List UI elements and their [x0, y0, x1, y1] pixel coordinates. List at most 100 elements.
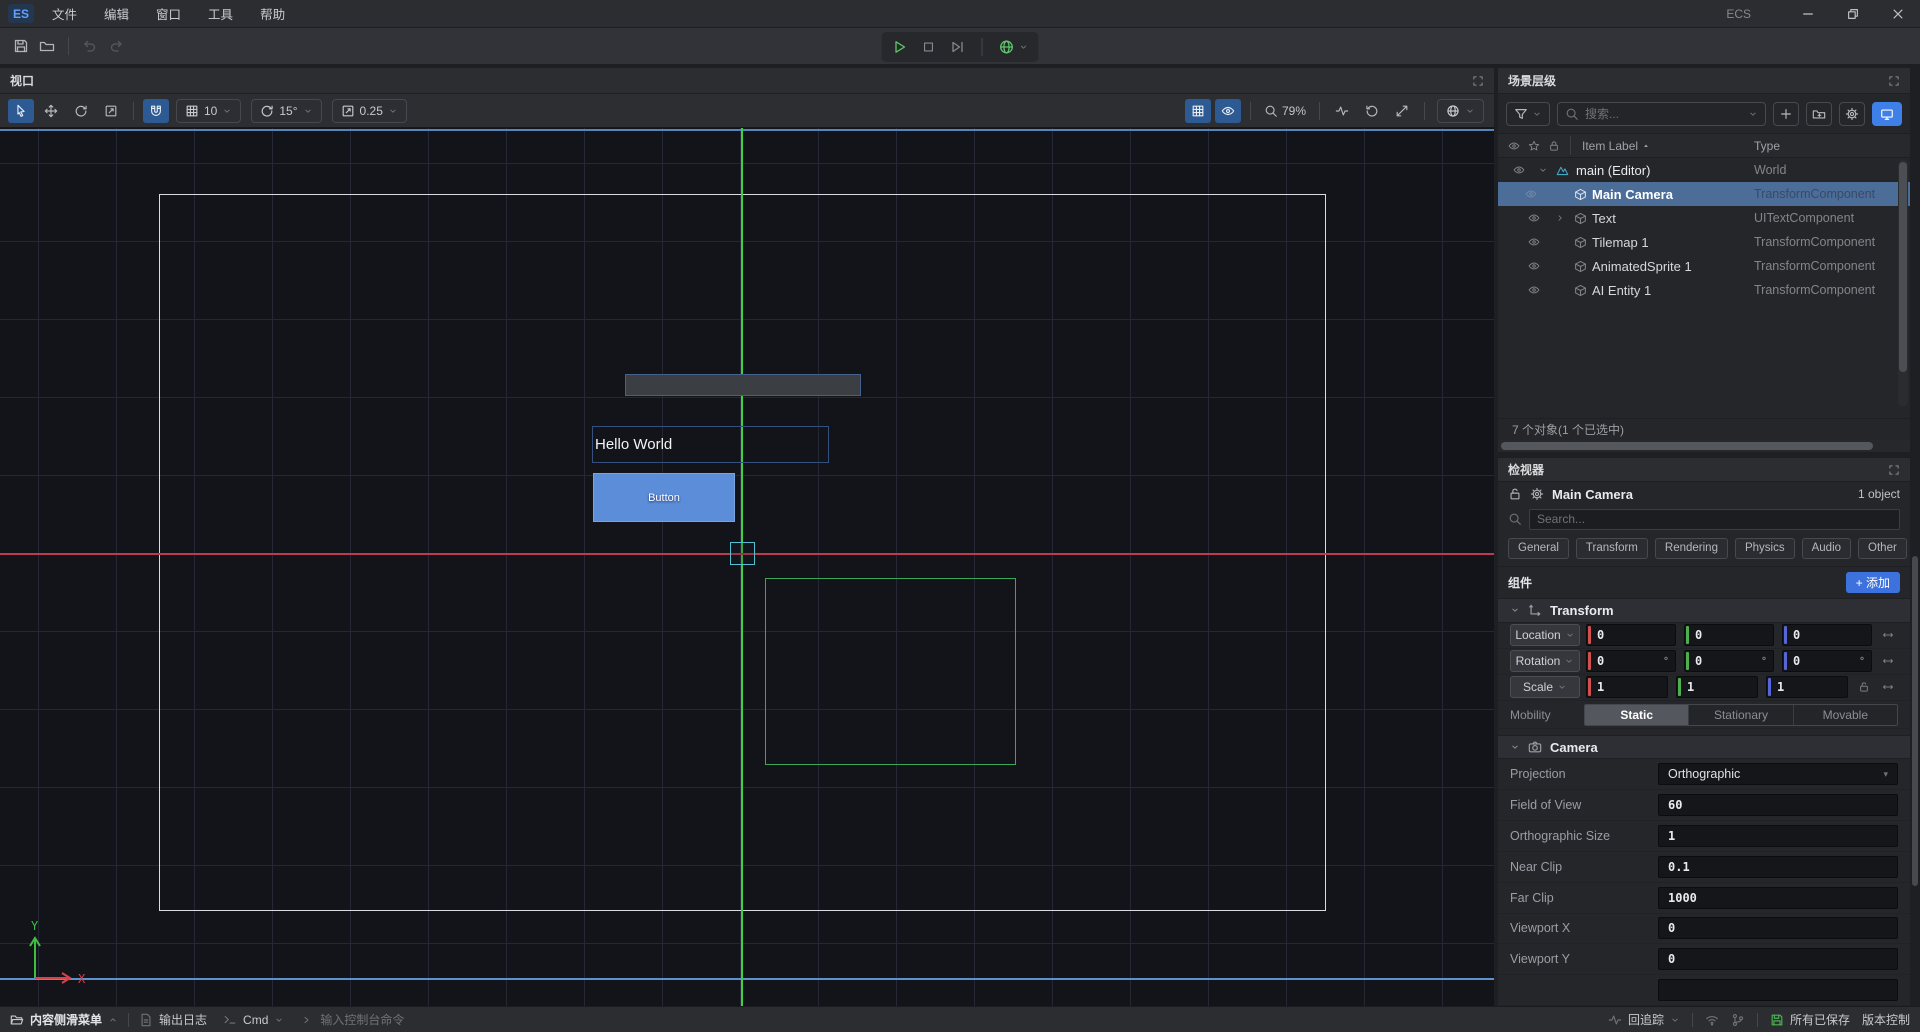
console-command-input[interactable]: 输入控制台命令	[302, 1011, 404, 1028]
show-grid-button[interactable]	[1185, 99, 1211, 123]
eye-icon[interactable]	[1528, 212, 1540, 224]
minimize-button[interactable]	[1785, 0, 1830, 28]
save-button[interactable]	[8, 33, 34, 59]
viewport-canvas[interactable]: Hello World Button Y X	[0, 128, 1494, 1006]
cmd-dropdown[interactable]: Cmd	[223, 1013, 284, 1027]
save-status[interactable]: 所有已保存	[1770, 1011, 1850, 1028]
scale-lock-toggle[interactable]	[1854, 681, 1874, 693]
menu-edit[interactable]: 编辑	[104, 4, 129, 23]
hierarchy-hscrollbar[interactable]	[1498, 440, 1910, 452]
fov-input[interactable]: 60	[1658, 794, 1898, 816]
scale-y-input[interactable]: 1	[1676, 676, 1758, 698]
chevron-down-icon[interactable]	[1538, 165, 1548, 175]
scale-snap-dropdown[interactable]: 0.25	[332, 99, 407, 123]
rotate-tool-button[interactable]	[68, 99, 94, 123]
rotation-x-input[interactable]: 0°	[1586, 650, 1676, 672]
gear-icon[interactable]	[1530, 487, 1544, 501]
menu-file[interactable]: 文件	[52, 4, 77, 23]
chevron-right-icon[interactable]	[1555, 213, 1565, 223]
eye-icon[interactable]	[1525, 188, 1537, 200]
location-dropdown[interactable]: Location	[1510, 624, 1580, 646]
tab-physics[interactable]: Physics	[1735, 538, 1795, 559]
far-clip-input[interactable]: 1000	[1658, 887, 1898, 909]
mobility-movable[interactable]: Movable	[1793, 705, 1897, 725]
snap-toggle-button[interactable]	[143, 99, 169, 123]
output-log-button[interactable]: 输出日志	[139, 1011, 207, 1028]
rotation-y-input[interactable]: 0°	[1684, 650, 1774, 672]
viewport-expand-button[interactable]	[1472, 75, 1484, 87]
eye-icon[interactable]	[1513, 164, 1525, 176]
fit-view-button[interactable]	[1389, 99, 1415, 123]
stats-button[interactable]	[1329, 99, 1355, 123]
open-project-button[interactable]	[34, 33, 60, 59]
inspector-vscrollbar[interactable]	[1910, 68, 1920, 1006]
zoom-indicator[interactable]: 79%	[1260, 99, 1310, 123]
hierarchy-search-input[interactable]	[1585, 107, 1742, 121]
tab-other[interactable]: Other	[1858, 538, 1907, 559]
grid-snap-dropdown[interactable]: 10	[176, 99, 241, 123]
tab-general[interactable]: General	[1508, 538, 1569, 559]
ortho-size-input[interactable]: 1	[1658, 825, 1898, 847]
scale-link-toggle[interactable]	[1878, 681, 1898, 693]
version-control-button[interactable]: 版本控制	[1862, 1011, 1910, 1028]
menu-tools[interactable]: 工具	[208, 4, 233, 23]
rotation-link-toggle[interactable]	[1878, 655, 1898, 667]
projection-select[interactable]: Orthographic ▾	[1658, 763, 1898, 785]
viewport-x-input[interactable]: 0	[1658, 917, 1898, 939]
rotation-snap-dropdown[interactable]: 15°	[251, 99, 321, 123]
scale-z-input[interactable]: 1	[1766, 676, 1848, 698]
selected-camera-origin[interactable]	[730, 542, 755, 565]
stop-button[interactable]	[922, 40, 936, 54]
add-component-button[interactable]: + 添加	[1846, 572, 1900, 593]
scene-entity-rect[interactable]	[765, 578, 1016, 765]
hierarchy-expand-button[interactable]	[1888, 75, 1900, 87]
mobility-stationary[interactable]: Stationary	[1688, 705, 1792, 725]
new-folder-button[interactable]	[1806, 102, 1832, 126]
transform-section-header[interactable]: Transform	[1498, 598, 1910, 622]
menu-window[interactable]: 窗口	[156, 4, 181, 23]
eye-column-icon[interactable]	[1508, 140, 1520, 152]
scale-dropdown[interactable]: Scale	[1510, 676, 1580, 698]
viewport-y-input[interactable]: 0	[1658, 948, 1898, 970]
viewport-sync-button[interactable]	[1872, 102, 1902, 126]
app-logo[interactable]: ES	[8, 4, 34, 23]
menu-help[interactable]: 帮助	[260, 4, 285, 23]
near-clip-input[interactable]: 0.1	[1658, 856, 1898, 878]
lock-column-icon[interactable]	[1548, 140, 1560, 152]
scale-tool-button[interactable]	[98, 99, 124, 123]
eye-icon[interactable]	[1528, 236, 1540, 248]
tab-transform[interactable]: Transform	[1576, 538, 1648, 559]
location-z-input[interactable]: 0	[1782, 624, 1872, 646]
vscrollbar-thumb[interactable]	[1899, 162, 1907, 372]
star-column-icon[interactable]	[1528, 140, 1540, 152]
step-button[interactable]	[950, 39, 966, 55]
inspector-search-input[interactable]	[1529, 509, 1900, 530]
hierarchy-row-animatedsprite[interactable]: AnimatedSprite 1 TransformComponent	[1498, 254, 1910, 278]
location-link-toggle[interactable]	[1878, 629, 1898, 641]
undo-button[interactable]	[77, 33, 103, 59]
inspector-expand-button[interactable]	[1888, 464, 1900, 476]
trace-dropdown[interactable]: 回追踪	[1608, 1011, 1680, 1028]
filter-dropdown[interactable]	[1506, 102, 1550, 126]
location-y-input[interactable]: 0	[1684, 624, 1774, 646]
tab-rendering[interactable]: Rendering	[1655, 538, 1728, 559]
inspector-scroll-thumb[interactable]	[1912, 556, 1918, 886]
close-button[interactable]	[1875, 0, 1920, 28]
eye-icon[interactable]	[1528, 284, 1540, 296]
visibility-button[interactable]	[1215, 99, 1241, 123]
rotation-dropdown[interactable]: Rotation	[1510, 650, 1580, 672]
hierarchy-search-box[interactable]	[1557, 102, 1766, 126]
hierarchy-row-main-camera[interactable]: Main Camera TransformComponent	[1498, 182, 1910, 206]
source-control-branch-button[interactable]	[1731, 1013, 1745, 1027]
move-tool-button[interactable]	[38, 99, 64, 123]
tab-audio[interactable]: Audio	[1802, 538, 1851, 559]
scene-panel-widget[interactable]	[625, 374, 861, 396]
label-column-header[interactable]: Item Label	[1582, 139, 1651, 153]
scene-text-widget[interactable]: Hello World	[592, 426, 829, 463]
scene-button-widget[interactable]: Button	[593, 473, 735, 522]
hierarchy-settings-button[interactable]	[1839, 102, 1865, 126]
hierarchy-row-world[interactable]: main (Editor) World	[1498, 158, 1910, 182]
select-tool-button[interactable]	[8, 99, 34, 123]
hscrollbar-thumb[interactable]	[1501, 442, 1873, 450]
content-drawer-button[interactable]: 内容侧滑菜单	[10, 1011, 118, 1028]
